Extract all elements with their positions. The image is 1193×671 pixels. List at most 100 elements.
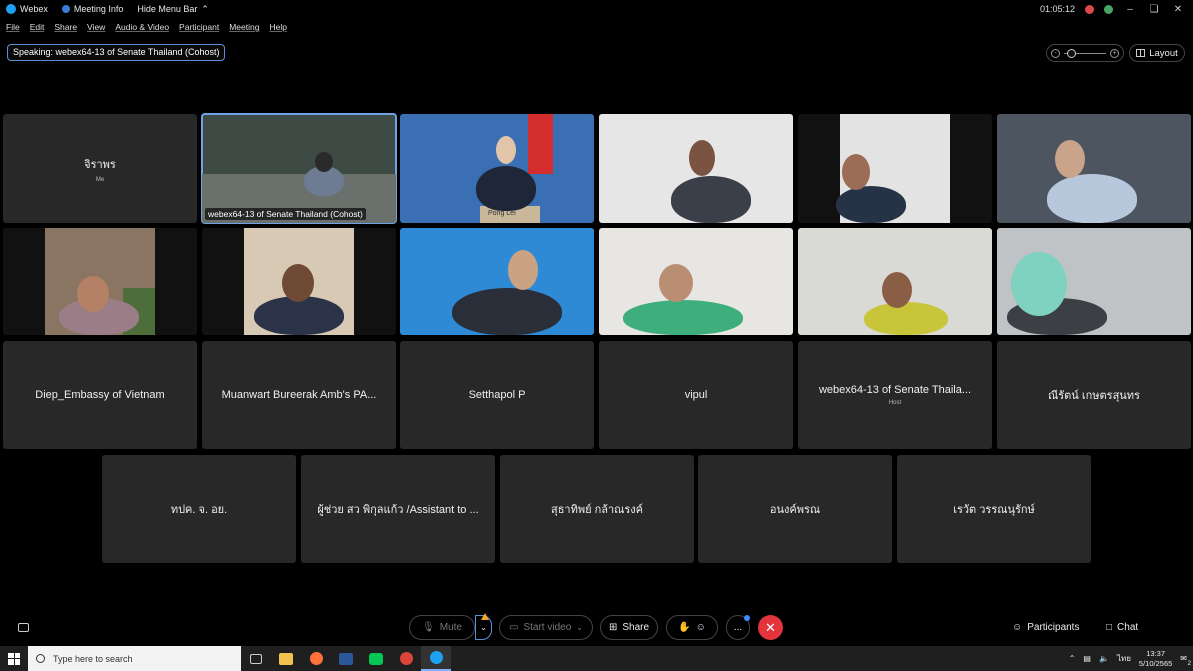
menu-share[interactable]: Share xyxy=(54,22,77,32)
app-name: Webex xyxy=(20,4,48,14)
participant-figure xyxy=(864,302,948,335)
avatar[interactable] xyxy=(1104,4,1113,14)
participant-video-tile[interactable] xyxy=(400,228,594,335)
minimize-icon[interactable]: – xyxy=(1123,4,1137,15)
notification-icon[interactable]: ✉ 2 xyxy=(1180,654,1191,667)
zoom-in-icon[interactable]: + xyxy=(1110,48,1119,58)
participant-video-tile[interactable] xyxy=(599,228,793,335)
participant-tile[interactable]: Diep_Embassy of Vietnam xyxy=(3,341,197,449)
firefox-icon[interactable] xyxy=(301,646,331,671)
menu-help[interactable]: Help xyxy=(269,22,286,32)
participant-name: สุธาทิพย์ กล้าณรงค์ xyxy=(550,504,644,516)
chevron-down-icon: ⌄ xyxy=(480,623,487,632)
menu-audio-video[interactable]: Audio & Video xyxy=(115,22,169,32)
mute-button[interactable]: 🎙 Mute xyxy=(409,615,475,640)
hide-menu-bar-button[interactable]: Hide Menu Bar ⌃ xyxy=(137,4,209,15)
menu-meeting[interactable]: Meeting xyxy=(229,22,259,32)
chevron-up-icon: ⌃ xyxy=(201,3,209,14)
zoom-out-icon[interactable]: - xyxy=(1051,48,1060,58)
participant-name: vipul xyxy=(684,389,708,401)
participant-name: จิราพร xyxy=(84,158,116,171)
network-icon[interactable]: ▤ xyxy=(1083,654,1091,663)
start-button[interactable] xyxy=(0,646,28,671)
participant-figure xyxy=(1047,174,1137,223)
taskbar-search[interactable]: Type here to search xyxy=(28,646,241,671)
volume-icon[interactable]: 🔈 xyxy=(1099,654,1109,663)
reactions-group[interactable]: ✋ ☺ xyxy=(666,615,718,640)
participant-tile[interactable]: ทปค. จ. อย. xyxy=(102,455,296,563)
participants-button[interactable]: ☺ Participants xyxy=(1012,615,1079,640)
close-icon[interactable]: ✕ xyxy=(1171,4,1185,15)
start-video-button[interactable]: ▭ Start video ⌄ xyxy=(499,615,593,640)
participant-tile[interactable]: อนงค์พรณ xyxy=(698,455,892,563)
captions-button[interactable] xyxy=(18,615,29,640)
participant-name: อนงค์พรณ xyxy=(769,504,821,516)
share-button[interactable]: ⊞ Share xyxy=(600,615,658,640)
participant-video-tile[interactable] xyxy=(997,228,1191,335)
file-explorer-icon[interactable] xyxy=(271,646,301,671)
menu-bar: File Edit Share View Audio & Video Parti… xyxy=(0,18,291,36)
participant-tile-self[interactable]: จิราพร Me xyxy=(3,114,197,223)
participant-video-tile[interactable]: webex64-13 of Senate Thailand (Cohost) xyxy=(201,113,397,224)
participant-tile[interactable]: ณีรัตน์ เกษตรสุนทร xyxy=(997,341,1191,449)
participant-name: Muanwart Bureerak Amb's PA... xyxy=(221,389,377,401)
participant-video-tile[interactable] xyxy=(997,114,1191,223)
participant-head xyxy=(496,136,516,164)
zoom-control[interactable]: - + xyxy=(1046,44,1124,62)
participant-head xyxy=(1055,140,1085,178)
language-indicator[interactable]: ไทย xyxy=(1117,652,1131,665)
participant-tile[interactable]: เรวัต วรรณนุรักษ์ xyxy=(897,455,1091,563)
reaction-icon[interactable]: ☺ xyxy=(696,622,706,633)
layout-label: Layout xyxy=(1149,47,1178,59)
clock[interactable]: 13:37 5/10/2565 xyxy=(1139,649,1172,669)
end-call-button[interactable]: ✕ xyxy=(758,615,783,640)
participant-figure xyxy=(836,186,906,223)
participant-tile[interactable]: Setthapol P xyxy=(400,341,594,449)
share-icon: ⊞ xyxy=(608,622,618,633)
participant-head xyxy=(882,272,912,308)
participant-video-tile[interactable] xyxy=(798,228,992,335)
layout-icon xyxy=(1136,49,1146,57)
meeting-info-button[interactable]: Meeting Info xyxy=(61,4,124,14)
participant-video-tile[interactable] xyxy=(599,114,793,223)
participant-head xyxy=(1011,252,1067,316)
task-view-icon[interactable] xyxy=(241,646,271,671)
participant-tile[interactable]: vipul xyxy=(599,341,793,449)
menu-view[interactable]: View xyxy=(87,22,105,32)
participant-tile[interactable]: ผู้ช่วย สว พิกุลแก้ว /Assistant to ... xyxy=(301,455,495,563)
webex-taskbar-icon[interactable] xyxy=(421,646,451,671)
flag xyxy=(528,114,553,174)
meeting-info-label: Meeting Info xyxy=(73,4,124,14)
zoom-slider[interactable] xyxy=(1064,48,1106,58)
app-title: Webex xyxy=(6,4,48,14)
word-icon[interactable] xyxy=(331,646,361,671)
chat-button[interactable]: □ Chat xyxy=(1106,615,1138,640)
participant-video-tile[interactable] xyxy=(202,228,396,335)
start-video-label: Start video xyxy=(523,622,572,633)
participant-role: Me xyxy=(95,176,105,183)
layout-button[interactable]: Layout xyxy=(1129,44,1185,62)
participant-video-tile[interactable] xyxy=(798,114,992,223)
chat-label: Chat xyxy=(1117,622,1139,633)
restore-icon[interactable]: ❏ xyxy=(1147,4,1161,15)
windows-logo-icon xyxy=(8,652,20,665)
person-icon: ☺ xyxy=(1012,622,1023,633)
chevron-up-icon[interactable]: ⌃ xyxy=(1069,654,1076,663)
recording-indicator-icon[interactable] xyxy=(1085,4,1094,14)
participant-tile[interactable]: สุธาทิพย์ กล้าณรงค์ xyxy=(500,455,694,563)
participant-video-tile[interactable] xyxy=(3,228,197,335)
participant-name: เรวัต วรรณนุรักษ์ xyxy=(953,504,1035,516)
zoom-slider-handle[interactable] xyxy=(1067,48,1076,58)
participant-role: Host xyxy=(888,400,902,406)
chat-icon: □ xyxy=(1106,622,1113,633)
menu-participant[interactable]: Participant xyxy=(179,22,219,32)
close-icon: ✕ xyxy=(765,619,776,635)
participant-tile-host[interactable]: webex64-13 of Senate Thaila... Host xyxy=(798,341,992,449)
menu-edit[interactable]: Edit xyxy=(30,22,45,32)
menu-file[interactable]: File xyxy=(6,22,20,32)
line-icon[interactable] xyxy=(361,646,391,671)
participant-video-tile[interactable]: Pong Lei xyxy=(400,114,594,223)
raise-hand-icon[interactable]: ✋ xyxy=(678,622,690,633)
participant-tile[interactable]: Muanwart Bureerak Amb's PA... xyxy=(202,341,396,449)
chrome-icon[interactable] xyxy=(391,646,421,671)
